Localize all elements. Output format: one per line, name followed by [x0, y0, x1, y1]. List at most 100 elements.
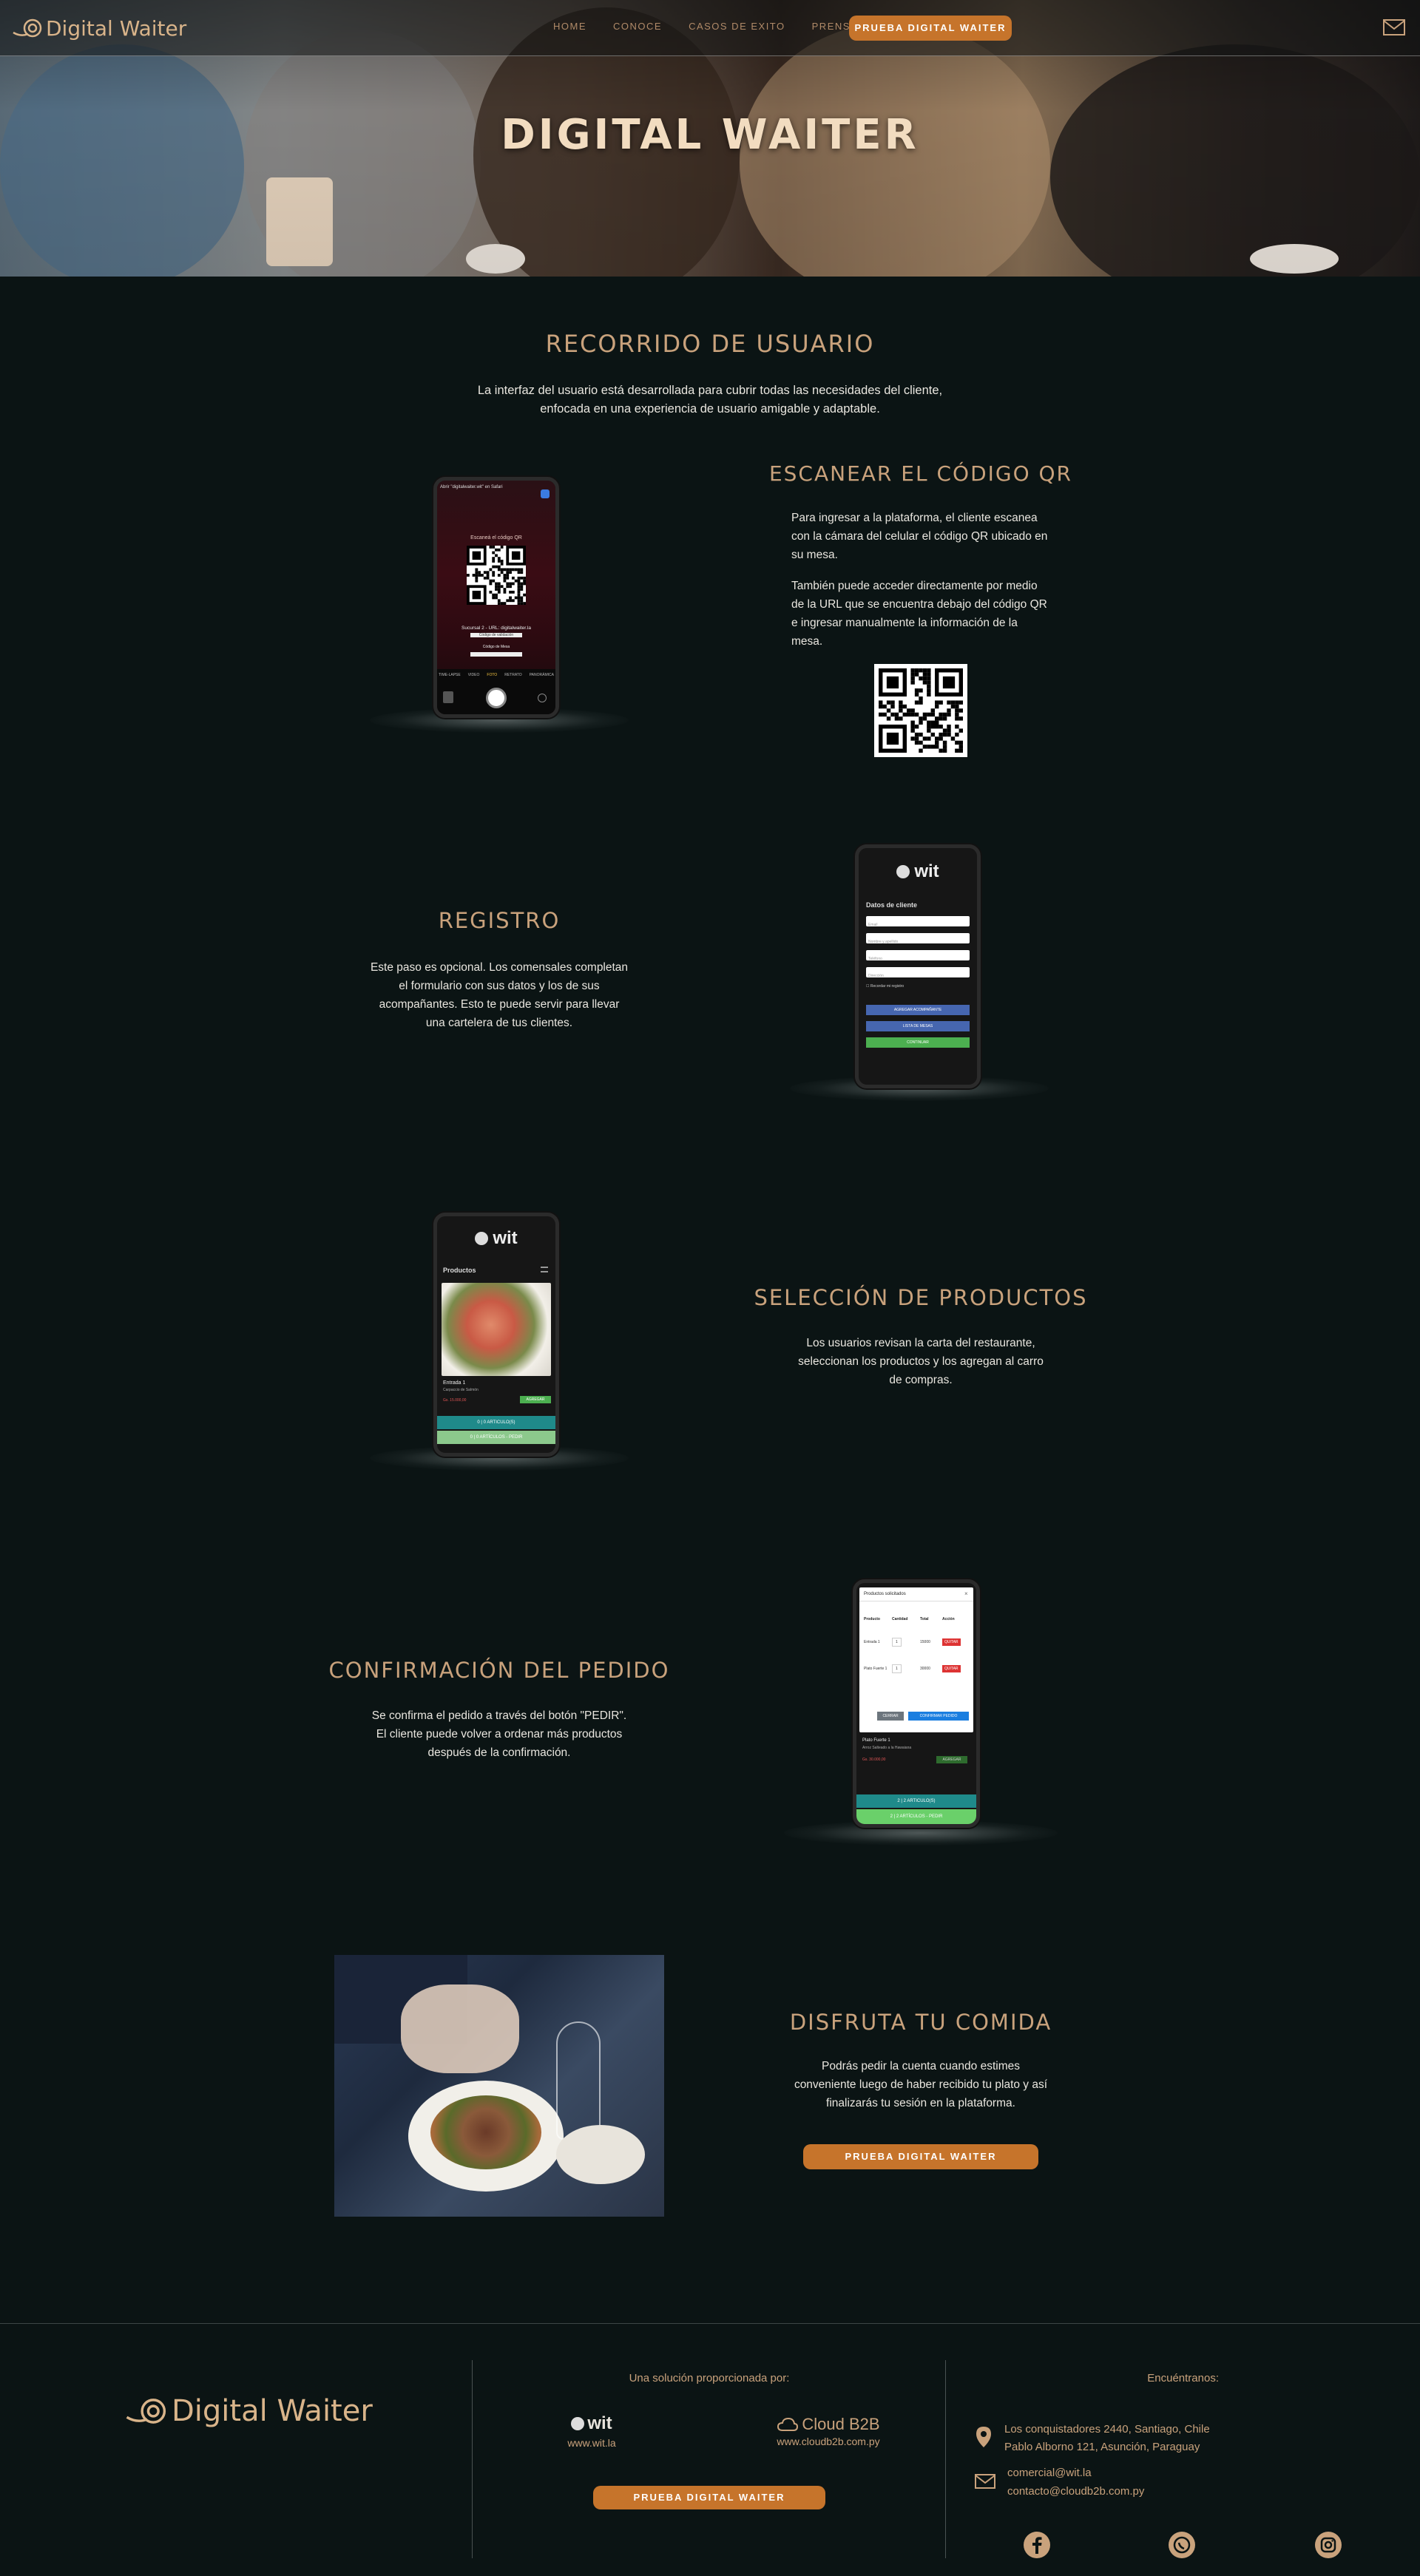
add-companion-button[interactable]: AGREGAR ACOMPAÑANTE — [866, 1005, 970, 1015]
behind-item-desc: Arroz Salteado a la Hawaiana — [862, 1746, 912, 1750]
qty-input[interactable]: 1 — [892, 1664, 902, 1673]
nav-link-conoce[interactable]: CONOCE — [613, 21, 662, 32]
remove-button[interactable]: QUITAR — [942, 1665, 961, 1672]
table-row: Entrada 1 1 15000 QUITAR — [864, 1638, 970, 1647]
wit-logo-icon — [896, 865, 910, 878]
nav-logo-text: Digital Waiter — [46, 16, 187, 41]
nav-link-home[interactable]: HOME — [553, 21, 586, 32]
dining-photo — [334, 1955, 664, 2217]
scan-text-1: Para ingresar a la plataforma, el client… — [791, 512, 1048, 561]
nav-link-casos-de-exito[interactable]: CASOS DE EXITO — [689, 21, 785, 32]
photo-shape — [556, 2125, 645, 2184]
behind-item-name: Plato Fuerte 1 — [862, 1738, 890, 1743]
safari-icon — [541, 489, 550, 498]
section-title-disfruta: DISFRUTA TU COMIDA — [789, 2010, 1052, 2035]
facebook-icon[interactable] — [1024, 2532, 1050, 2558]
cart-bar[interactable]: 0 | 0 ARTICULO(S) — [437, 1416, 555, 1429]
scan-status-text: Abrir "digitalwaiter.wit" en Safari — [440, 485, 503, 489]
section-title-registro: REGISTRO — [438, 908, 561, 933]
address-chile: Los conquistadores 2440, Santiago, Chile — [1004, 2423, 1210, 2436]
camera-modes: TIME-LAPSE VIDEO FOTO RETRATO PANORÁMICA — [439, 673, 554, 677]
footer-divider — [0, 2323, 1420, 2324]
address-field[interactable]: Dirección — [866, 967, 970, 978]
provided-by-label: Una solución proporcionada por: — [629, 2372, 790, 2385]
scan-sub-field — [470, 652, 522, 657]
shutter-icon — [486, 688, 507, 708]
nav-links: HOME CONOCE CASOS DE EXITO PRENSA — [553, 21, 858, 32]
product-desc: Carpaccio de Salmón — [443, 1388, 479, 1392]
phone-register-mockup: wit Datos de cliente Email Nombre y apel… — [855, 844, 981, 1088]
cloud-icon — [777, 2417, 799, 2431]
partner-cloudb2b-logo: Cloud B2B — [762, 2415, 895, 2434]
photo-shape — [401, 1984, 519, 2073]
partner-wit-logo: wit — [562, 2413, 621, 2434]
confirm-order-button[interactable]: CONFIRMAR PEDIDO — [908, 1712, 969, 1721]
close-modal-button[interactable]: CERRAR — [877, 1712, 904, 1721]
disfruta-cta-button[interactable]: PRUEBA DIGITAL WAITER — [803, 2144, 1038, 2169]
remember-checkbox[interactable]: ☐ Recordar mi registro — [866, 984, 970, 989]
location-pin-icon — [976, 2427, 991, 2447]
qr-code-icon — [879, 668, 963, 753]
partner-wit[interactable]: wit www.wit.la — [562, 2413, 621, 2449]
order-bar[interactable]: 2 | 2 ARTÍCULOS - PEDIR — [856, 1809, 976, 1824]
phone-confirm-mockup: Productos solicitados × Producto Cantida… — [853, 1579, 980, 1828]
add-product-button[interactable]: AGREGAR — [520, 1396, 551, 1403]
nav-cta-button[interactable]: PRUEBA DIGITAL WAITER — [849, 16, 1012, 41]
behind-add-button[interactable]: AGREGAR — [936, 1756, 967, 1763]
continue-button[interactable]: CONTINUAR — [866, 1037, 970, 1048]
footer-cta-button[interactable]: PRUEBA DIGITAL WAITER — [593, 2486, 825, 2509]
address-block: Los conquistadores 2440, Santiago, Chile… — [1004, 2421, 1210, 2456]
instagram-icon[interactable] — [1315, 2532, 1342, 2558]
navbar: Digital Waiter HOME CONOCE CASOS DE EXIT… — [0, 0, 1420, 56]
phone-field[interactable]: Teléfono — [866, 950, 970, 961]
photo-shape — [556, 2021, 601, 2140]
table-list-button[interactable]: LISTA DE MESAS — [866, 1021, 970, 1031]
product-price: Gs. 15.000,00 — [443, 1398, 467, 1403]
email-comercial[interactable]: comercial@wit.la — [1007, 2464, 1144, 2482]
footer-logo-text: Digital Waiter — [172, 2394, 373, 2428]
close-icon[interactable]: × — [964, 1590, 968, 1597]
scan-qr-caption: Sucursal 2 - URL: digitalwaiter.la — [462, 626, 531, 631]
mode-timelapse: TIME-LAPSE — [439, 673, 461, 677]
footer-divider — [945, 2360, 946, 2558]
mode-foto: FOTO — [487, 673, 498, 677]
wit-logo: wit — [859, 861, 977, 882]
footer-logo[interactable]: Digital Waiter — [123, 2393, 373, 2430]
scan-sub1: Código de validación — [470, 633, 522, 637]
section-title-scan: ESCANEAR EL CÓDIGO QR — [768, 461, 1073, 486]
digital-waiter-logo-icon — [13, 18, 42, 38]
mode-panoramica: PANORÁMICA — [529, 673, 554, 677]
behind-item-price: Gs. 30.000,00 — [862, 1758, 886, 1762]
address-paraguay: Pablo Alborno 121, Asunción, Paraguay — [1004, 2441, 1200, 2453]
partner-wit-url[interactable]: www.wit.la — [562, 2437, 621, 2449]
email-field[interactable]: Email — [866, 916, 970, 927]
partner-cloudb2b-url[interactable]: www.cloudb2b.com.py — [762, 2436, 895, 2447]
gallery-thumb — [443, 691, 453, 703]
qty-input[interactable]: 1 — [892, 1638, 902, 1647]
remove-button[interactable]: QUITAR — [942, 1638, 961, 1646]
cart-bar[interactable]: 2 | 2 ARTICULO(S) — [856, 1794, 976, 1808]
scan-phone-qr — [467, 546, 526, 605]
whatsapp-icon[interactable] — [1169, 2532, 1195, 2558]
nav-logo[interactable]: Digital Waiter — [10, 15, 186, 41]
find-us-label: Encuéntranos: — [1147, 2372, 1219, 2385]
wit-logo-text: wit — [493, 1228, 518, 1248]
partner-cloudb2b-name: Cloud B2B — [802, 2415, 880, 2433]
products-heading: Productos — [443, 1267, 476, 1274]
name-field[interactable]: Nombre y apellido — [866, 933, 970, 944]
register-heading: Datos de cliente — [866, 901, 918, 909]
disfruta-text: Podrás pedir la cuenta cuando estimes co… — [794, 2060, 1048, 2109]
qr-code-icon — [467, 546, 526, 605]
flip-camera-icon — [538, 694, 547, 702]
hero-title: DIGITAL WAITER — [501, 111, 919, 159]
order-bar[interactable]: 0 | 0 ARTÍCULOS - PEDIR — [437, 1431, 555, 1444]
qr-code — [874, 664, 967, 757]
modal-title: Productos solicitados — [864, 1592, 906, 1596]
email-contacto[interactable]: contacto@cloudb2b.com.py — [1007, 2482, 1144, 2501]
partner-cloudb2b[interactable]: Cloud B2B www.cloudb2b.com.py — [762, 2415, 895, 2447]
product-image — [442, 1283, 551, 1376]
section-title-recorrido: RECORRIDO DE USUARIO — [545, 330, 875, 358]
section-title-productos: SELECCIÓN DE PRODUCTOS — [754, 1285, 1088, 1310]
mail-icon[interactable] — [1383, 19, 1405, 35]
email-block: comercial@wit.la contacto@cloudb2b.com.p… — [1007, 2464, 1144, 2501]
